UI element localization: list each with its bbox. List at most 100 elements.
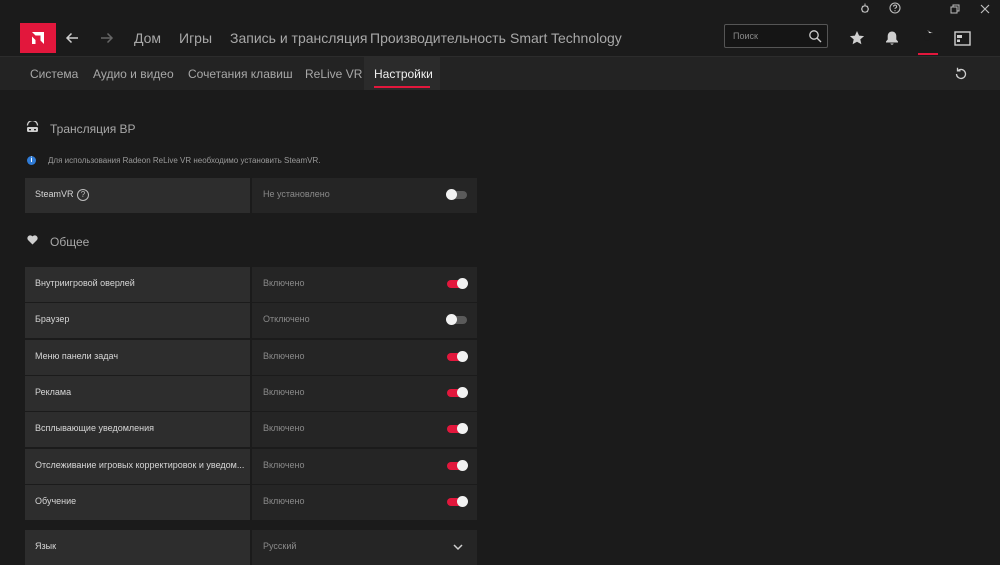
language-value: Русский [263, 541, 297, 551]
heart-icon [27, 235, 38, 245]
gear-active-indicator [918, 53, 938, 55]
star-icon[interactable] [845, 26, 869, 50]
setting-toggle[interactable] [447, 459, 468, 471]
settings-subnav: Система Аудио и видео Сочетания клавиш R… [0, 56, 1000, 91]
setting-label-cell: Всплывающие уведомления [25, 412, 250, 448]
setting-value-cell: Включено [252, 484, 477, 520]
steamvr-info-note: Для использования Radeon ReLive VR необх… [48, 156, 321, 165]
vr-section-title: Трансляция ВР [50, 122, 136, 136]
forward-arrow-icon[interactable] [96, 27, 118, 49]
toggle-knob [457, 423, 468, 435]
steamvr-label-cell: SteamVR ? [25, 178, 250, 213]
setting-status: Включено [263, 495, 305, 506]
search-box[interactable]: Поиск [724, 24, 828, 48]
main-navbar: Дом Игры Запись и трансляция Производите… [0, 20, 1000, 56]
toggle-knob [457, 386, 468, 398]
setting-toggle[interactable] [447, 350, 468, 362]
setting-toggle[interactable] [446, 314, 467, 326]
setting-toggle[interactable] [447, 495, 468, 507]
gear-icon[interactable] [915, 26, 939, 50]
setting-status: Включено [263, 459, 305, 470]
vr-headset-icon [26, 121, 39, 132]
tab-system[interactable]: Система [30, 67, 78, 81]
setting-toggle[interactable] [447, 423, 468, 435]
bell-icon[interactable] [880, 26, 904, 50]
language-row[interactable]: Язык Русский [25, 530, 477, 565]
setting-status: Отключено [263, 314, 310, 325]
toggle-knob [457, 459, 468, 471]
setting-label-cell: Внутриигровой оверлей [25, 267, 250, 302]
language-label-cell: Язык [25, 530, 250, 565]
nav-games[interactable]: Игры [179, 30, 212, 46]
steamvr-toggle[interactable] [446, 189, 467, 200]
setting-label: Браузер [35, 314, 70, 325]
nav-record-stream[interactable]: Запись и трансляция [230, 30, 367, 46]
language-label: Язык [35, 541, 57, 551]
title-bar [0, 0, 1000, 20]
setting-value-cell: Включено [252, 448, 477, 484]
tab-settings[interactable]: Настройки [374, 67, 433, 81]
tab-relive-vr[interactable]: ReLive VR [305, 67, 362, 81]
setting-row: Внутриигровой оверлей Включено [25, 267, 477, 302]
setting-label-cell: Обучение [25, 484, 250, 520]
setting-row: Всплывающие уведомления Включено [25, 412, 477, 448]
setting-label: Внутриигровой оверлей [35, 278, 135, 288]
active-tab-underline [374, 86, 430, 88]
toggle-knob [446, 314, 457, 326]
setting-value-cell: Отключено [252, 303, 477, 339]
info-icon: i [27, 156, 36, 165]
setting-row: Отслеживание игровых корректировок и уве… [25, 448, 477, 484]
setting-row: Браузер Отключено [25, 303, 477, 339]
setting-status: Включено [263, 423, 305, 434]
general-section-title: Общее [50, 235, 90, 249]
reset-icon[interactable] [953, 66, 969, 82]
setting-value-cell: Включено [252, 339, 477, 375]
steamvr-label: SteamVR [35, 189, 74, 199]
steamvr-row: SteamVR ? Не установлено [25, 178, 477, 213]
setting-value-cell: Включено [252, 412, 477, 448]
chevron-down-icon[interactable] [452, 541, 464, 553]
sidebar-icon[interactable] [950, 26, 974, 50]
back-arrow-icon[interactable] [61, 27, 83, 49]
steamvr-value-cell: Не установлено [252, 178, 477, 213]
setting-label: Всплывающие уведомления [35, 423, 155, 434]
steamvr-status: Не установлено [263, 189, 330, 199]
setting-row: Обучение Включено [25, 484, 477, 520]
setting-value-cell: Включено [252, 375, 477, 411]
setting-label-cell: Отслеживание игровых корректировок и уве… [25, 448, 250, 484]
nav-smart-technology[interactable]: Smart Technology [510, 30, 622, 46]
help-icon[interactable] [887, 2, 903, 18]
setting-toggle[interactable] [447, 386, 468, 398]
nav-home[interactable]: Дом [134, 30, 161, 46]
tab-hotkeys[interactable]: Сочетания клавиш [188, 67, 293, 81]
setting-label-cell: Меню панели задач [25, 339, 250, 375]
setting-label: Меню панели задач [35, 350, 119, 361]
nav-performance[interactable]: Производительность [370, 30, 506, 46]
toggle-knob [457, 495, 468, 507]
setting-row: Реклама Включено [25, 375, 477, 411]
toggle-knob [457, 350, 468, 362]
restore-icon[interactable] [947, 2, 963, 18]
toggle-knob [457, 278, 468, 289]
toggle-knob [446, 189, 457, 200]
setting-status: Включено [263, 278, 305, 288]
setting-label: Реклама [35, 386, 72, 397]
setting-value-cell: Включено [252, 267, 477, 302]
language-dropdown[interactable]: Русский [252, 530, 477, 565]
setting-status: Включено [263, 386, 305, 397]
setting-label: Отслеживание игровых корректировок и уве… [35, 459, 245, 470]
question-icon[interactable]: ? [77, 189, 89, 201]
setting-toggle[interactable] [447, 278, 468, 289]
setting-row: Меню панели задач Включено [25, 339, 477, 375]
settings-content: Трансляция ВР i Для использования Radeon… [0, 90, 1000, 565]
bug-report-icon[interactable] [857, 2, 873, 18]
search-icon[interactable] [808, 29, 822, 43]
tab-audio-video[interactable]: Аудио и видео [93, 67, 174, 81]
search-input[interactable]: Поиск [733, 31, 758, 41]
setting-label-cell: Браузер [25, 303, 250, 339]
setting-label-cell: Реклама [25, 375, 250, 411]
close-icon[interactable] [977, 2, 993, 18]
amd-logo[interactable] [20, 23, 56, 53]
setting-label: Обучение [35, 495, 77, 506]
setting-status: Включено [263, 350, 305, 361]
